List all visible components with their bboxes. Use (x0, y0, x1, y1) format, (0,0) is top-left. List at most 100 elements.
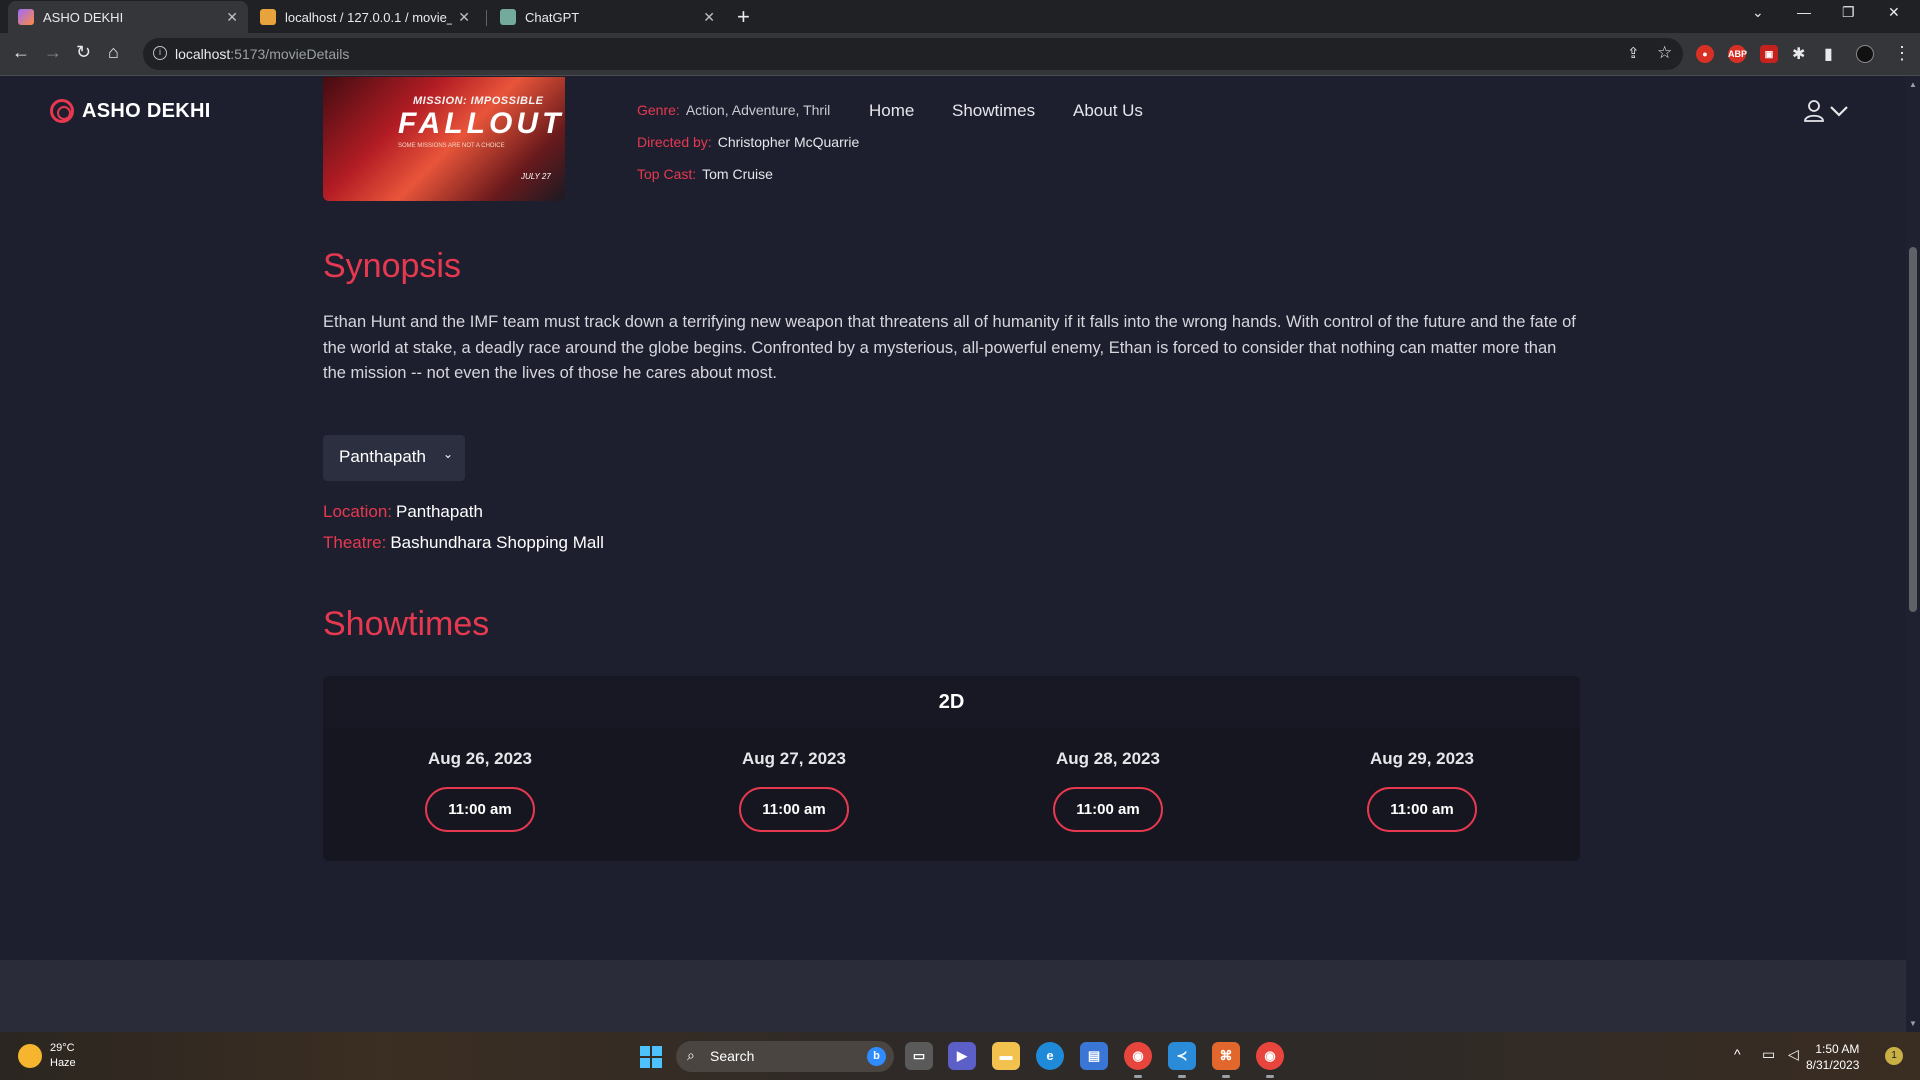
browser-toolbar: ← → ↻ ⌂ i localhost:5173/movieDetails ⇪ … (0, 33, 1920, 76)
genre-label: Genre: (637, 102, 680, 118)
showtime-day: Aug 26, 2023 11:00 am (380, 749, 580, 832)
close-tab-icon[interactable]: ✕ (226, 9, 238, 26)
show-hidden-icons-icon[interactable]: ^ (1734, 1046, 1741, 1062)
showtime-day: Aug 27, 2023 11:00 am (694, 749, 894, 832)
scrollbar-thumb[interactable] (1909, 247, 1917, 612)
home-icon[interactable]: ⌂ (108, 42, 119, 63)
theatre-value: Bashundhara Shopping Mall (390, 533, 604, 552)
nav-about-us[interactable]: About Us (1073, 101, 1143, 121)
showtimes-card: 2D Aug 26, 2023 11:00 am Aug 27, 2023 11… (323, 676, 1580, 861)
address-bar[interactable]: i localhost:5173/movieDetails ⇪ ☆ (143, 38, 1683, 70)
director-label: Directed by: (637, 134, 712, 150)
close-tab-icon[interactable]: ✕ (458, 9, 470, 26)
tab-title: localhost / 127.0.0.1 / movie_tick (285, 9, 452, 25)
extensions-puzzle-icon[interactable]: ✱ (1792, 44, 1805, 64)
file-explorer-icon[interactable]: ▬ (992, 1042, 1020, 1070)
windows-taskbar: 29°C Haze ⌕ Search b ▭ ▶ ▬ e ▤ ◉ ≺ ⌘ ◉ ^… (0, 1032, 1920, 1080)
movie-director: Directed by: Christopher McQuarrie (637, 134, 859, 150)
weather-haze-icon (18, 1044, 42, 1068)
user-menu[interactable] (1803, 99, 1849, 123)
network-icon[interactable]: ▭ (1762, 1046, 1775, 1063)
reload-icon[interactable]: ↻ (76, 42, 91, 63)
showtime-button[interactable]: 11:00 am (1367, 787, 1477, 832)
movie-genre: Genre: Action, Adventure, Thril (637, 102, 830, 118)
tab-title: ASHO DEKHI (43, 9, 124, 25)
weather-condition: Haze (50, 1057, 76, 1069)
taskbar-search[interactable]: ⌕ Search b (676, 1041, 894, 1072)
system-clock[interactable]: 1:50 AM 8/31/2023 (1806, 1041, 1859, 1073)
movie-poster: MISSION: IMPOSSIBLE FALLOUT SOME MISSION… (323, 77, 565, 201)
showtime-button[interactable]: 11:00 am (739, 787, 849, 832)
extension-icon[interactable]: ▣ (1760, 45, 1778, 63)
chevron-down-icon (1830, 106, 1848, 117)
store-icon[interactable]: ▤ (1080, 1042, 1108, 1070)
location-line: Location: Panthapath (323, 502, 483, 522)
volume-icon[interactable]: ◁ (1788, 1046, 1799, 1063)
minimize-icon[interactable]: — (1797, 4, 1811, 20)
tab-chatgpt[interactable]: ChatGPT ✕ (490, 1, 725, 33)
poster-date: JULY 27 (521, 172, 551, 181)
showtime-button[interactable]: 11:00 am (1053, 787, 1163, 832)
location-select[interactable]: Panthapath ⌄ (323, 435, 465, 481)
share-icon[interactable]: ⇪ (1627, 44, 1640, 62)
weather-widget[interactable]: 29°C Haze (18, 1041, 76, 1071)
logo-text: ASHO DEKHI (82, 99, 211, 122)
url-host: localhost (175, 46, 231, 62)
format-header: 2D (323, 676, 1580, 728)
notification-badge[interactable]: 1 (1885, 1047, 1903, 1065)
restore-icon[interactable]: ❐ (1842, 4, 1855, 21)
xampp-icon[interactable]: ⌘ (1212, 1042, 1240, 1078)
showtime-day: Aug 29, 2023 11:00 am (1322, 749, 1522, 832)
vscode-icon[interactable]: ≺ (1168, 1042, 1196, 1078)
scroll-up-icon[interactable]: ▲ (1909, 80, 1917, 89)
tab-search-icon[interactable]: ⌄ (1752, 4, 1764, 21)
showtimes-heading: Showtimes (323, 605, 490, 643)
showtime-date: Aug 26, 2023 (428, 749, 532, 768)
site-logo[interactable]: ASHO DEKHI (50, 99, 211, 123)
close-tab-icon[interactable]: ✕ (703, 9, 715, 26)
tab-phpmyadmin[interactable]: localhost / 127.0.0.1 / movie_tick ✕ (250, 1, 480, 33)
search-placeholder: Search (710, 1048, 755, 1064)
edge-icon[interactable]: e (1036, 1042, 1064, 1070)
synopsis-heading: Synopsis (323, 247, 461, 285)
side-panel-icon[interactable]: ▮ (1824, 44, 1833, 64)
synopsis-text: Ethan Hunt and the IMF team must track d… (323, 313, 1576, 382)
chrome-profile-icon[interactable]: ◉ (1256, 1042, 1284, 1078)
chrome-menu-icon[interactable]: ⋮ (1893, 43, 1911, 64)
theatre-label: Theatre: (323, 533, 387, 552)
tab-separator (486, 10, 487, 26)
bing-icon[interactable]: b (867, 1047, 886, 1066)
bookmark-star-icon[interactable]: ☆ (1657, 43, 1672, 63)
showtime-button[interactable]: 11:00 am (425, 787, 535, 832)
location-select-value: Panthapath (339, 447, 426, 466)
chrome-icon[interactable]: ◉ (1124, 1042, 1152, 1078)
logo-film-reel-icon (50, 99, 74, 123)
extension-record-icon[interactable]: ● (1696, 45, 1714, 63)
site-footer (0, 960, 1906, 1032)
profile-avatar-icon[interactable] (1856, 45, 1874, 63)
site-info-icon[interactable]: i (153, 46, 167, 60)
task-view-icon[interactable]: ▭ (905, 1042, 933, 1070)
forward-icon[interactable]: → (44, 42, 62, 63)
close-window-icon[interactable]: ✕ (1888, 4, 1900, 21)
poster-line: MISSION: IMPOSSIBLE (413, 95, 544, 107)
adblock-extension-icon[interactable]: ABP (1728, 45, 1747, 63)
tab-title: ChatGPT (525, 9, 580, 25)
url-text: localhost:5173/movieDetails (175, 46, 349, 62)
clock-date: 8/31/2023 (1806, 1058, 1860, 1072)
location-label: Location: (323, 502, 392, 521)
vite-favicon-icon (18, 9, 34, 25)
page-viewport: MISSION: IMPOSSIBLE FALLOUT SOME MISSION… (0, 77, 1906, 1032)
windows-start-icon[interactable] (640, 1046, 662, 1068)
tab-asho-dekhi[interactable]: ASHO DEKHI ✕ (8, 1, 248, 33)
nav-home[interactable]: Home (869, 101, 914, 121)
nav-showtimes[interactable]: Showtimes (952, 101, 1035, 121)
search-icon: ⌕ (687, 1047, 695, 1063)
page-scrollbar[interactable]: ▲ ▼ (1906, 77, 1920, 1032)
scroll-down-icon[interactable]: ▼ (1909, 1019, 1917, 1028)
teams-chat-icon[interactable]: ▶ (948, 1042, 976, 1070)
genre-value: Action, Adventure, Thril (685, 102, 831, 118)
new-tab-icon[interactable]: + (737, 4, 750, 30)
back-icon[interactable]: ← (12, 42, 30, 63)
url-path: :5173/movieDetails (230, 46, 350, 62)
